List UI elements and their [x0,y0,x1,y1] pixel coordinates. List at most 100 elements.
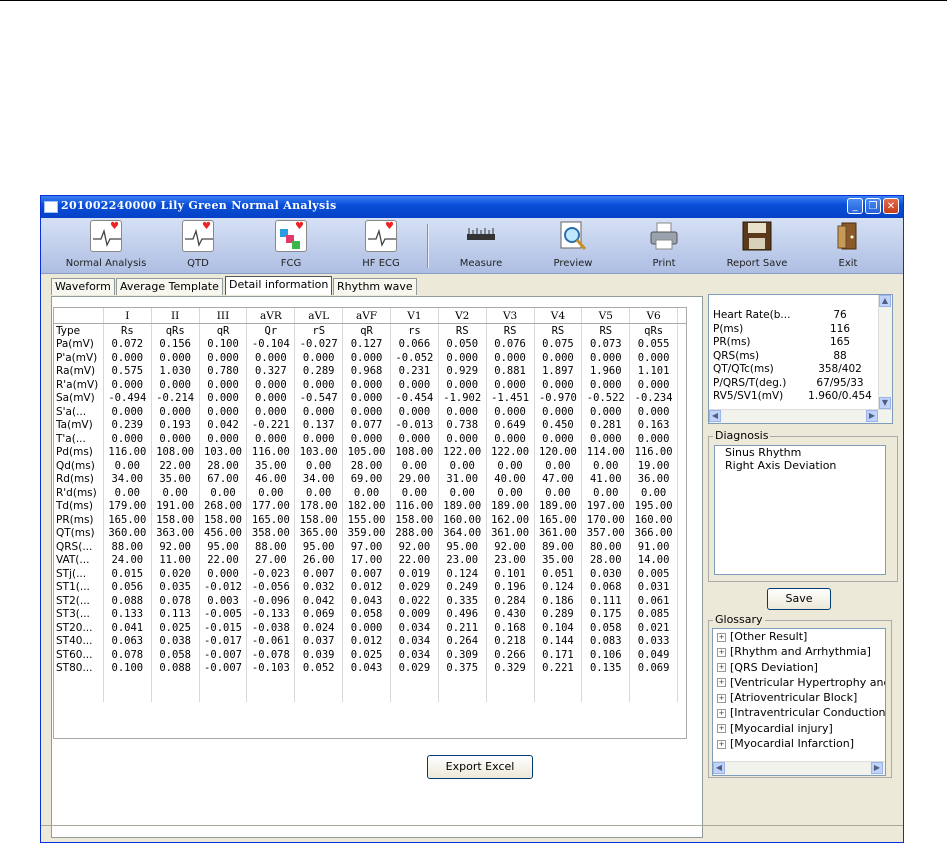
measurements-vertical-scrollbar[interactable]: ▲ ▼ [878,295,892,409]
qtd-button[interactable]: ♥ QTD [173,220,223,269]
table-row[interactable]: ST20... 0.041 0.025 -0.015 -0.038 0.024 0.000 0… [54,621,686,635]
preview-button[interactable]: Preview [548,220,598,269]
measurement-row[interactable]: QRS(ms) 88 [713,349,879,363]
table-row[interactable]: Ta(mV) 0.239 0.193 0.042 -0.221 0.137 0.077 -0.… [54,418,686,432]
measurement-row[interactable]: P/QRS/T(deg.) 67/95/33 [713,376,879,390]
tab-average-template[interactable]: Average Template [116,278,223,295]
print-button[interactable]: Print [639,220,689,269]
measurement-row[interactable]: Heart Rate(b... 76 [713,309,879,323]
column-header[interactable]: V2 [438,308,487,324]
measurement-row[interactable]: QT/QTc(ms) 358/402 [713,363,879,377]
expand-plus-icon[interactable]: + [717,739,726,749]
fcg-button[interactable]: ♥ FCG [266,220,316,269]
tab-detail-information[interactable]: Detail information [225,276,333,295]
table-row[interactable]: R'a(mV) 0.000 0.000 0.000 0.000 0.000 0.000 0.0… [54,378,686,392]
measurement-row[interactable]: RV5/SV1(mV) 1.960/0.454 [713,390,879,404]
table-row[interactable]: ST40... 0.063 0.038 -0.017 -0.061 0.037 0.012 0… [54,634,686,648]
scroll-up-arrow-icon[interactable]: ▲ [879,295,891,307]
glossary-item[interactable]: + [Myocardial injury] [713,721,885,736]
table-row[interactable]: Sa(mV) -0.494 -0.214 0.000 0.000 -0.547 0.000-… [54,391,686,405]
scroll-right-arrow-icon[interactable]: ▶ [871,762,883,774]
table-row[interactable]: ST2(... 0.088 0.078 0.003 -0.096 0.042 0.043 0.… [54,594,686,608]
expand-plus-icon[interactable]: + [717,724,726,734]
table-row[interactable]: PR(ms) 165.00 158.00 158.00 165.00 158.00 155.… [54,513,686,527]
column-header[interactable]: III [199,308,248,324]
column-header[interactable]: aVR [246,308,296,324]
glossary-item[interactable]: + [Rhythm and Arrhythmia] [713,644,885,659]
measurement-row[interactable]: P(ms) 116 [713,322,879,336]
scroll-down-arrow-icon[interactable]: ▼ [879,397,891,409]
scroll-left-arrow-icon[interactable]: ◀ [713,762,725,774]
table-row[interactable]: VAT(... 24.00 11.00 22.00 27.00 26.00 17.00 22.… [54,553,686,567]
table-cell: 0.00 [534,459,583,473]
table-cell: 0.000 [390,405,439,419]
table-row[interactable]: ST80... 0.100 0.088 -0.007 -0.103 0.052 0.043 0… [54,661,686,675]
glossary-item[interactable]: + [Atrioventricular Block] [713,690,885,705]
tab-rhythm-wave[interactable]: Rhythm wave [333,278,417,295]
measurements-header-cell [801,295,879,309]
measurements-horizontal-scrollbar[interactable]: ◀ ▶ [709,409,892,423]
title-bar[interactable]: 201002240000 Lily Green Normal Analysis … [41,196,903,218]
normal-analysis-button[interactable]: ♥ Normal Analysis [61,220,151,269]
measure-button[interactable]: Measure [456,220,506,269]
table-row[interactable]: S'a(... 0.000 0.000 0.000 0.000 0.000 0.000 0.0… [54,405,686,419]
exit-button[interactable]: Exit [823,220,873,269]
table-cell: 24.00 [103,553,152,567]
table-row[interactable]: Ra(mV) 0.575 1.030 0.780 0.327 0.289 0.968 0.23… [54,364,686,378]
table-row[interactable]: Pd(ms) 116.00 108.00 103.00 116.00 103.00 105.… [54,445,686,459]
table-row[interactable]: QT(ms) 360.00 363.00 456.00 358.00 365.00 359.… [54,526,686,540]
table-row[interactable]: ST3(... 0.133 0.113 -0.005 -0.133 0.069 0.058 0… [54,607,686,621]
tab-waveform[interactable]: Waveform [51,278,115,295]
column-header[interactable] [54,308,104,324]
table-row[interactable]: Rd(ms) 34.00 35.00 67.00 46.00 34.00 69.00 29.0… [54,472,686,486]
row-label: VAT(... [54,553,104,567]
expand-plus-icon[interactable]: + [717,708,726,718]
table-row[interactable]: QRS(... 88.00 92.00 95.00 88.00 95.00 97.00 92.… [54,540,686,554]
expand-plus-icon[interactable]: + [717,632,726,642]
column-header[interactable]: aVF [342,308,391,324]
expand-plus-icon[interactable]: + [717,647,726,657]
table-row[interactable]: STj(... 0.015 0.020 0.000 -0.023 0.007 0.007 0.… [54,567,686,581]
table-row[interactable]: Qd(ms) 0.00 22.00 28.00 35.00 0.00 28.00 0.00 0.… [54,459,686,473]
expand-plus-icon[interactable]: + [717,693,726,703]
table-row[interactable]: ST1(... 0.056 0.035 -0.012 -0.056 0.032 0.012 0… [54,580,686,594]
minimize-button[interactable]: _ [847,198,863,214]
expand-plus-icon[interactable]: + [717,663,726,673]
glossary-item[interactable]: + [QRS Deviation] [713,660,885,675]
measurement-row[interactable]: PR(ms) 165 [713,336,879,350]
scroll-left-arrow-icon[interactable]: ◀ [709,410,721,422]
table-row[interactable]: P'a(mV) 0.000 0.000 0.000 0.000 0.000 0.000 -0.… [54,351,686,365]
hf-ecg-button[interactable]: ♥ HF ECG [356,220,406,269]
table-cell: -0.234 [629,391,679,405]
diagnosis-textbox[interactable]: Sinus Rhythm Right Axis Deviation [714,445,886,575]
column-header[interactable]: II [151,308,200,324]
glossary-item[interactable]: + [Intraventricular Conduction Block] [713,705,885,720]
scroll-right-arrow-icon[interactable]: ▶ [866,410,878,422]
glossary-item[interactable]: + [Myocardial Infarction] [713,736,885,751]
column-header[interactable]: I [103,308,152,324]
glossary-tree[interactable]: + [Other Result] + [Rhythm and Arrhythmia] +… [712,628,886,776]
column-header[interactable]: V3 [486,308,535,324]
column-header[interactable]: V6 [629,308,679,324]
table-cell: 0.881 [486,364,535,378]
column-header[interactable]: aVL [294,308,344,324]
table-row[interactable]: Td(ms) 179.00 191.00 268.00 177.00 178.00 182.… [54,499,686,513]
expand-plus-icon[interactable]: + [717,678,726,688]
column-header[interactable]: V4 [534,308,583,324]
column-header[interactable]: V5 [581,308,631,324]
save-button[interactable]: Save [767,588,831,610]
table-cell: 0.000 [581,378,631,392]
column-header[interactable]: V1 [390,308,439,324]
glossary-item[interactable]: + [Ventricular Hypertrophy and Atrial Enl… [713,675,885,690]
table-row[interactable]: Type Rs qRs qR Qr rS qR rs RS RS RS RS qRs [54,323,686,338]
table-row[interactable]: Pa(mV) 0.072 0.156 0.100 -0.104 -0.027 0.127 0.… [54,337,686,351]
table-row[interactable]: T'a(... 0.000 0.000 0.000 0.000 0.000 0.000 0.0… [54,432,686,446]
table-row[interactable]: R'd(ms) 0.00 0.00 0.00 0.00 0.00 0.00 0.00 0.00 0… [54,486,686,500]
table-row[interactable]: ST60... 0.078 0.058 -0.007 -0.078 0.039 0.025 0… [54,648,686,662]
glossary-item[interactable]: + [Other Result] [713,629,885,644]
report-save-button[interactable]: Report Save [717,220,797,269]
restore-button[interactable]: ❐ [865,198,881,214]
glossary-horizontal-scrollbar[interactable]: ◀ ▶ [713,761,885,775]
close-button[interactable]: ✕ [883,198,899,214]
export-excel-button[interactable]: Export Excel [427,755,533,779]
